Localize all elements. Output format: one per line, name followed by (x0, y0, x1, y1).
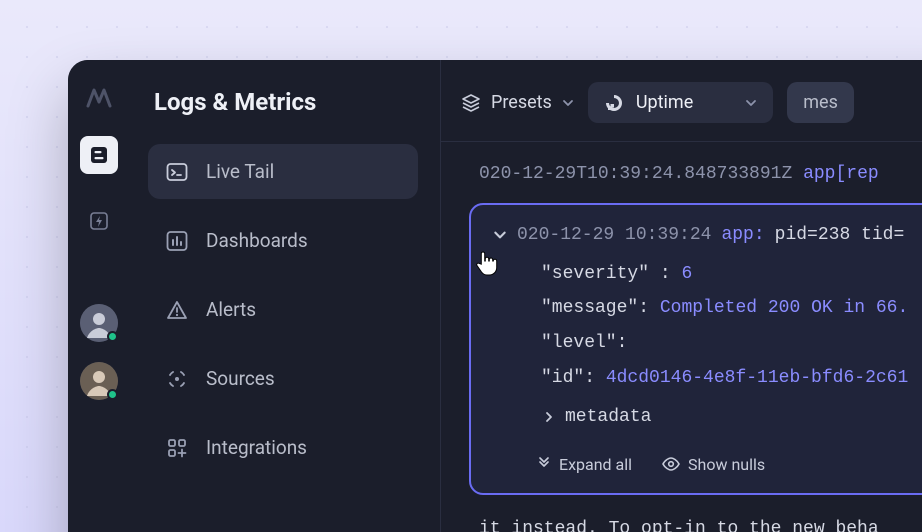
chevron-down-icon (745, 97, 757, 109)
sidebar-item-sources[interactable]: Sources (148, 351, 418, 406)
sidebar-item-label: Live Tail (206, 160, 274, 183)
presets-label: Presets (491, 92, 552, 113)
log-expanded-header[interactable]: 020-12-29 10:39:24 app: pid=238 tid= (493, 221, 922, 250)
log-ts: 020-12-29T10:39:24.848733891Z (479, 164, 792, 184)
json-row-message: "message": Completed 200 OK in 66. (541, 294, 922, 323)
sidebar-title: Logs & Metrics (148, 88, 418, 116)
expand-all-label: Expand all (559, 452, 632, 478)
bar-chart-icon (166, 230, 188, 252)
expand-all-button[interactable]: Expand all (537, 452, 632, 478)
target-icon (166, 368, 188, 390)
log-expanded-card: 020-12-29 10:39:24 app: pid=238 tid= "se… (469, 203, 922, 495)
eye-icon (662, 457, 680, 471)
show-nulls-button[interactable]: Show nulls (662, 452, 765, 478)
stack-icon (461, 93, 481, 113)
sidebar-item-label: Alerts (206, 298, 256, 321)
log-ts: 020-12-29 10:39:24 (517, 221, 711, 250)
app-logo (86, 86, 112, 108)
show-nulls-label: Show nulls (688, 452, 765, 478)
presets-dropdown[interactable]: Presets (461, 92, 574, 113)
expand-icon (537, 457, 551, 471)
icon-rail (68, 60, 130, 532)
chevron-down-icon (562, 97, 574, 109)
json-row-metadata[interactable]: metadata (541, 399, 922, 432)
presence-dot (107, 331, 118, 342)
digitalocean-icon (604, 93, 624, 113)
log-line-prev[interactable]: 020-12-29T10:39:24.848733891Z app[rep (469, 160, 922, 189)
terminal-icon (166, 161, 188, 183)
chevron-down-icon (493, 228, 507, 242)
log-area: 020-12-29T10:39:24.848733891Z app[rep 02… (441, 142, 922, 532)
log-expanded-footer: Expand all Show nulls (493, 438, 922, 480)
uptime-label: Uptime (636, 92, 693, 113)
warning-icon (166, 299, 188, 321)
chevron-right-icon (543, 411, 555, 423)
avatar-user-2[interactable] (80, 362, 118, 400)
grid-plus-icon (166, 437, 188, 459)
toolbar: Presets Uptime mes (441, 60, 922, 142)
log-line-next[interactable]: it instead. To opt-in to the new beha (469, 495, 922, 532)
json-row-severity: "severity" : 6 (541, 260, 922, 289)
sidebar-item-label: Dashboards (206, 229, 308, 252)
sidebar-item-integrations[interactable]: Integrations (148, 420, 418, 475)
main-panel: Presets Uptime mes 020-12 (440, 60, 922, 532)
json-row-id: "id": 4dcd0146-4e8f-11eb-bfd6-2c61 (541, 364, 922, 393)
search-pill[interactable]: mes (787, 82, 854, 123)
sidebar-item-label: Integrations (206, 436, 307, 459)
sidebar-item-label: Sources (206, 367, 275, 390)
log-json-body: "severity" : 6 "message": Completed 200 … (493, 250, 922, 438)
avatar-user-1[interactable] (80, 304, 118, 342)
sidebar: Logs & Metrics Live Tail Dashboards Aler… (130, 60, 440, 532)
log-app-tag: app[rep (803, 164, 879, 184)
log-app-tag: app: (721, 221, 764, 250)
sidebar-item-live-tail[interactable]: Live Tail (148, 144, 418, 199)
uptime-pill[interactable]: Uptime (588, 82, 773, 123)
sidebar-item-alerts[interactable]: Alerts (148, 282, 418, 337)
sidebar-item-dashboards[interactable]: Dashboards (148, 213, 418, 268)
json-row-level: "level": (541, 329, 922, 358)
log-rest: pid=238 tid= (775, 221, 905, 250)
app-window: Logs & Metrics Live Tail Dashboards Aler… (68, 60, 922, 532)
rail-item-power[interactable] (80, 202, 118, 240)
metadata-label: metadata (565, 403, 651, 432)
rail-item-logs[interactable] (80, 136, 118, 174)
search-fragment: mes (803, 92, 838, 113)
presence-dot (107, 389, 118, 400)
